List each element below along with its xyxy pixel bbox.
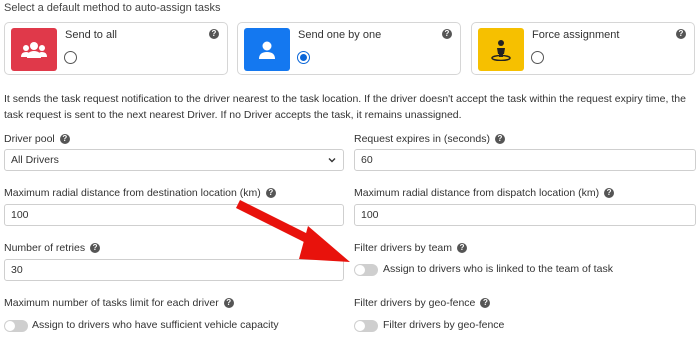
annotation-arrow-icon (235, 199, 350, 262)
